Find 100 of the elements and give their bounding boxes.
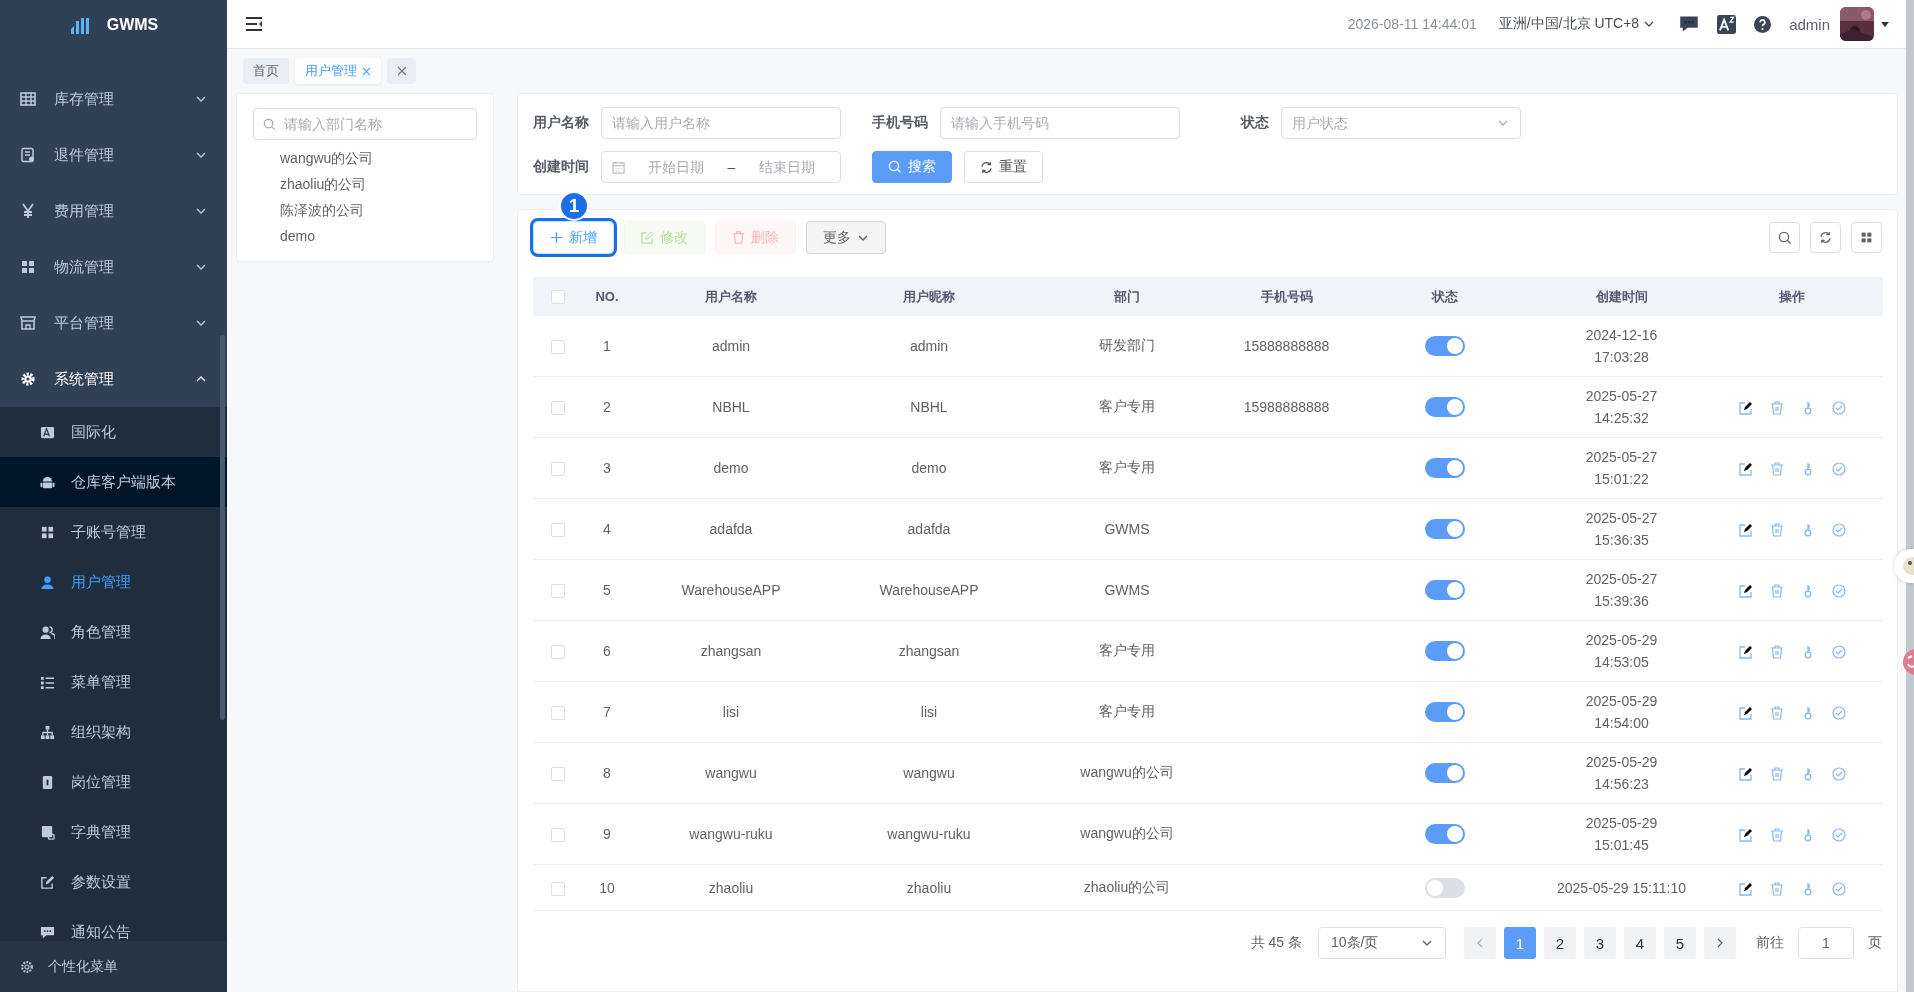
- check-circle-icon[interactable]: [1831, 645, 1846, 660]
- check-circle-icon[interactable]: [1831, 706, 1846, 721]
- row-checkbox[interactable]: [550, 340, 565, 355]
- trash-icon[interactable]: [1769, 828, 1784, 843]
- department-tree-item[interactable]: zhaoliu的公司: [253, 171, 477, 197]
- refresh-button[interactable]: [1810, 222, 1841, 253]
- sidebar-submenu-item[interactable]: 子账号管理: [0, 507, 227, 557]
- row-checkbox[interactable]: [550, 828, 565, 843]
- sidebar-menu-item[interactable]: 库存管理: [0, 71, 227, 127]
- sidebar-submenu-item[interactable]: 用户管理: [0, 557, 227, 607]
- status-toggle[interactable]: [1424, 397, 1465, 417]
- goto-page-field[interactable]: 1: [1798, 927, 1854, 959]
- trash-icon[interactable]: [1769, 767, 1784, 782]
- text-input-field[interactable]: 请输入用户名称: [601, 107, 841, 139]
- sidebar-submenu-item[interactable]: 国际化: [0, 407, 227, 457]
- check-circle-icon[interactable]: [1831, 462, 1846, 477]
- row-checkbox[interactable]: [550, 767, 565, 782]
- sidebar-menu-item[interactable]: 退件管理: [0, 127, 227, 183]
- status-select[interactable]: 用户状态: [1281, 107, 1521, 139]
- check-circle-icon[interactable]: [1831, 401, 1846, 416]
- sidebar-submenu-item[interactable]: 角色管理: [0, 607, 227, 657]
- status-toggle[interactable]: [1424, 641, 1465, 661]
- edit-icon[interactable]: [1738, 706, 1753, 721]
- trash-icon[interactable]: [1769, 462, 1784, 477]
- sidebar-submenu-item[interactable]: 参数设置: [0, 857, 227, 907]
- edit-icon[interactable]: [1738, 401, 1753, 416]
- trash-icon[interactable]: [1769, 706, 1784, 721]
- floating-assistant-icon[interactable]: [1902, 556, 1914, 576]
- personalize-menu-button[interactable]: 个性化菜单: [0, 941, 227, 992]
- next-page-button[interactable]: [1704, 927, 1736, 959]
- sidebar-menu-item[interactable]: 费用管理: [0, 183, 227, 239]
- trash-icon[interactable]: [1769, 881, 1784, 896]
- row-checkbox[interactable]: [550, 462, 565, 477]
- floating-action-icon[interactable]: [1902, 648, 1914, 676]
- row-checkbox[interactable]: [550, 401, 565, 416]
- edit-icon[interactable]: [1738, 828, 1753, 843]
- row-checkbox[interactable]: [550, 584, 565, 599]
- sidebar-submenu-item[interactable]: 字典管理: [0, 807, 227, 857]
- department-tree-item[interactable]: demo: [253, 223, 477, 249]
- row-checkbox[interactable]: [550, 523, 565, 538]
- sidebar-submenu-item[interactable]: 菜单管理: [0, 657, 227, 707]
- page-tab[interactable]: 首页: [243, 58, 289, 84]
- check-circle-icon[interactable]: [1831, 881, 1846, 896]
- edit-icon[interactable]: [1738, 462, 1753, 477]
- trash-icon[interactable]: [1769, 401, 1784, 416]
- page-number-button[interactable]: 4: [1624, 927, 1656, 959]
- status-toggle[interactable]: [1424, 580, 1465, 600]
- status-toggle[interactable]: [1424, 824, 1465, 844]
- sidebar-submenu-item[interactable]: 组织架构: [0, 707, 227, 757]
- sidebar-submenu-item[interactable]: 仓库客户端版本: [0, 457, 227, 507]
- caret-icon[interactable]: [1880, 19, 1890, 29]
- status-toggle[interactable]: [1424, 763, 1465, 783]
- row-checkbox[interactable]: [550, 645, 565, 660]
- sidebar-submenu-item[interactable]: 通知公告: [0, 907, 227, 941]
- edit-icon[interactable]: [1738, 523, 1753, 538]
- trash-icon[interactable]: [1769, 584, 1784, 599]
- search-toggle-button[interactable]: [1769, 222, 1800, 253]
- menu-icon[interactable]: [245, 16, 263, 32]
- timezone-dropdown[interactable]: 亚洲/中国/北京 UTC+8: [1498, 15, 1656, 33]
- check-circle-icon[interactable]: [1831, 584, 1846, 599]
- check-circle-icon[interactable]: [1831, 828, 1846, 843]
- page-number-button[interactable]: 5: [1664, 927, 1696, 959]
- edit-icon[interactable]: [1738, 645, 1753, 660]
- sidebar-submenu-item[interactable]: 岗位管理: [0, 757, 227, 807]
- status-toggle[interactable]: [1424, 877, 1465, 898]
- sidebar-menu-item[interactable]: 平台管理: [0, 295, 227, 351]
- edit-icon[interactable]: [1738, 767, 1753, 782]
- columns-button[interactable]: [1851, 222, 1882, 253]
- row-checkbox[interactable]: [550, 706, 565, 721]
- date-range-picker[interactable]: 开始日期 – 结束日期: [601, 151, 841, 183]
- start-date-input[interactable]: 开始日期: [633, 158, 720, 176]
- page-size-select[interactable]: 10条/页: [1318, 927, 1446, 959]
- trash-icon[interactable]: [1769, 645, 1784, 660]
- sidebar-menu-item[interactable]: 系统管理: [0, 351, 227, 407]
- end-date-input[interactable]: 结束日期: [743, 158, 830, 176]
- check-circle-icon[interactable]: [1831, 767, 1846, 782]
- close-all-tabs-button[interactable]: [387, 58, 416, 84]
- message-icon[interactable]: [1679, 14, 1700, 34]
- status-toggle[interactable]: [1424, 702, 1465, 722]
- text-input-field[interactable]: 请输入手机号码: [940, 107, 1180, 139]
- edit-icon[interactable]: [1738, 881, 1753, 896]
- sidebar-menu-item[interactable]: 物流管理: [0, 239, 227, 295]
- check-circle-icon[interactable]: [1831, 523, 1846, 538]
- page-number-button[interactable]: 2: [1544, 927, 1576, 959]
- row-checkbox[interactable]: [550, 881, 565, 896]
- reset-button[interactable]: 重置: [964, 151, 1043, 183]
- department-tree-item[interactable]: wangwu的公司: [253, 145, 477, 171]
- trash-icon[interactable]: [1769, 523, 1784, 538]
- translate-icon[interactable]: [1717, 14, 1737, 34]
- edit-icon[interactable]: [1738, 584, 1753, 599]
- page-number-button[interactable]: 3: [1584, 927, 1616, 959]
- status-toggle[interactable]: [1424, 458, 1465, 478]
- help-icon[interactable]: [1754, 15, 1772, 33]
- select-all-checkbox[interactable]: [550, 290, 565, 305]
- previous-page-button[interactable]: [1464, 927, 1496, 959]
- department-search-field[interactable]: 请输入部门名称: [253, 108, 477, 140]
- status-toggle[interactable]: [1424, 519, 1465, 539]
- more-dropdown-button[interactable]: 更多: [806, 221, 886, 254]
- status-toggle[interactable]: [1424, 336, 1465, 356]
- department-tree-item[interactable]: 陈泽波的公司: [253, 197, 477, 223]
